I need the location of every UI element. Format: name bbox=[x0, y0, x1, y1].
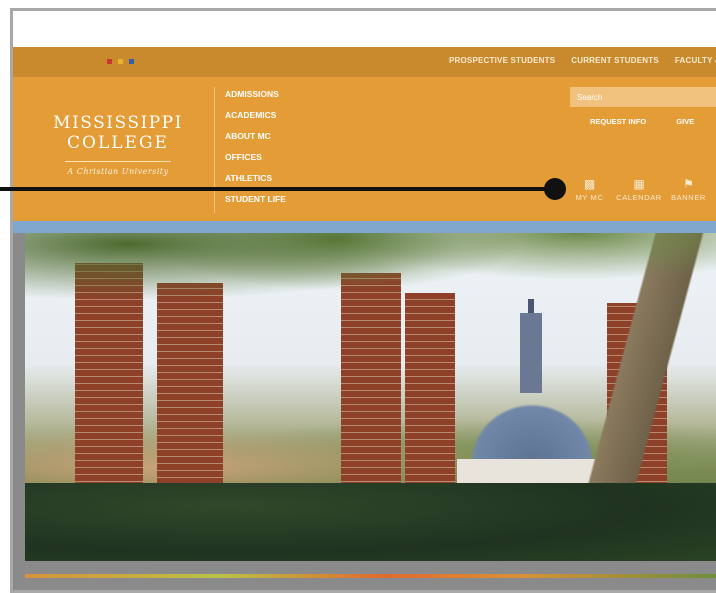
nav-divider bbox=[214, 87, 215, 213]
site-header: MISSISSIPPI COLLEGE A Christian Universi… bbox=[13, 77, 716, 221]
give-link[interactable]: GIVE bbox=[676, 117, 694, 126]
hero-photo bbox=[25, 233, 716, 561]
tree-canopy bbox=[25, 233, 716, 343]
user-icon: ▩ bbox=[583, 177, 596, 191]
top-link-faculty[interactable]: FACULTY & bbox=[675, 56, 716, 65]
quick-link-calendar[interactable]: ▦ CALENDAR bbox=[614, 175, 664, 202]
main-nav: ADMISSIONS ACADEMICS ABOUT MC OFFICES AT… bbox=[225, 87, 286, 213]
logo-line1: MISSISSIPPI bbox=[53, 113, 183, 133]
logo-line2: COLLEGE bbox=[67, 133, 169, 153]
nav-item-admissions[interactable]: ADMISSIONS bbox=[225, 87, 286, 108]
top-utility-bar: PROSPECTIVE STUDENTS CURRENT STUDENTS FA… bbox=[13, 47, 716, 77]
top-nav: PROSPECTIVE STUDENTS CURRENT STUDENTS FA… bbox=[449, 56, 716, 65]
quick-link-label: CALENDAR bbox=[616, 193, 662, 202]
logo-divider bbox=[65, 161, 171, 162]
top-link-prospective-students[interactable]: PROSPECTIVE STUDENTS bbox=[449, 56, 555, 65]
browser-toolbar bbox=[13, 11, 716, 47]
flag-icon: ⚑ bbox=[683, 177, 694, 191]
header-sub-links: REQUEST INFO GIVE bbox=[590, 117, 694, 126]
photo-top-border bbox=[13, 221, 716, 233]
quick-link-my-mc[interactable]: ▩ MY MC bbox=[573, 175, 606, 202]
quick-link-label: BANNER bbox=[671, 193, 706, 202]
quick-links: ▩ MY MC ▦ CALENDAR ⚑ BANNER bbox=[573, 175, 706, 202]
nav-item-student-life[interactable]: STUDENT LIFE bbox=[225, 192, 286, 213]
quick-link-banner[interactable]: ⚑ BANNER bbox=[671, 175, 706, 202]
browser-frame: PROSPECTIVE STUDENTS CURRENT STUDENTS FA… bbox=[10, 8, 716, 593]
request-info-link[interactable]: REQUEST INFO bbox=[590, 117, 646, 126]
nav-item-offices[interactable]: OFFICES bbox=[225, 150, 286, 171]
callout-pointer-dot bbox=[544, 178, 566, 200]
search-input[interactable] bbox=[570, 87, 716, 107]
foreground-shrubs bbox=[25, 483, 716, 561]
quick-link-label: MY MC bbox=[575, 193, 604, 202]
logo-tagline: A Christian University bbox=[67, 167, 169, 176]
nav-item-about-mc[interactable]: ABOUT MC bbox=[225, 129, 286, 150]
callout-pointer-line bbox=[0, 187, 552, 191]
page-margin bbox=[0, 0, 10, 593]
color-accent-strip bbox=[25, 574, 716, 578]
yellow-dot bbox=[118, 59, 123, 64]
top-link-current-students[interactable]: CURRENT STUDENTS bbox=[571, 56, 659, 65]
nav-item-academics[interactable]: ACADEMICS bbox=[225, 108, 286, 129]
red-dot bbox=[107, 59, 112, 64]
accent-dots bbox=[107, 59, 134, 64]
blue-dot bbox=[129, 59, 134, 64]
site-logo[interactable]: MISSISSIPPI COLLEGE A Christian Universi… bbox=[53, 113, 183, 176]
calendar-icon: ▦ bbox=[633, 177, 645, 191]
